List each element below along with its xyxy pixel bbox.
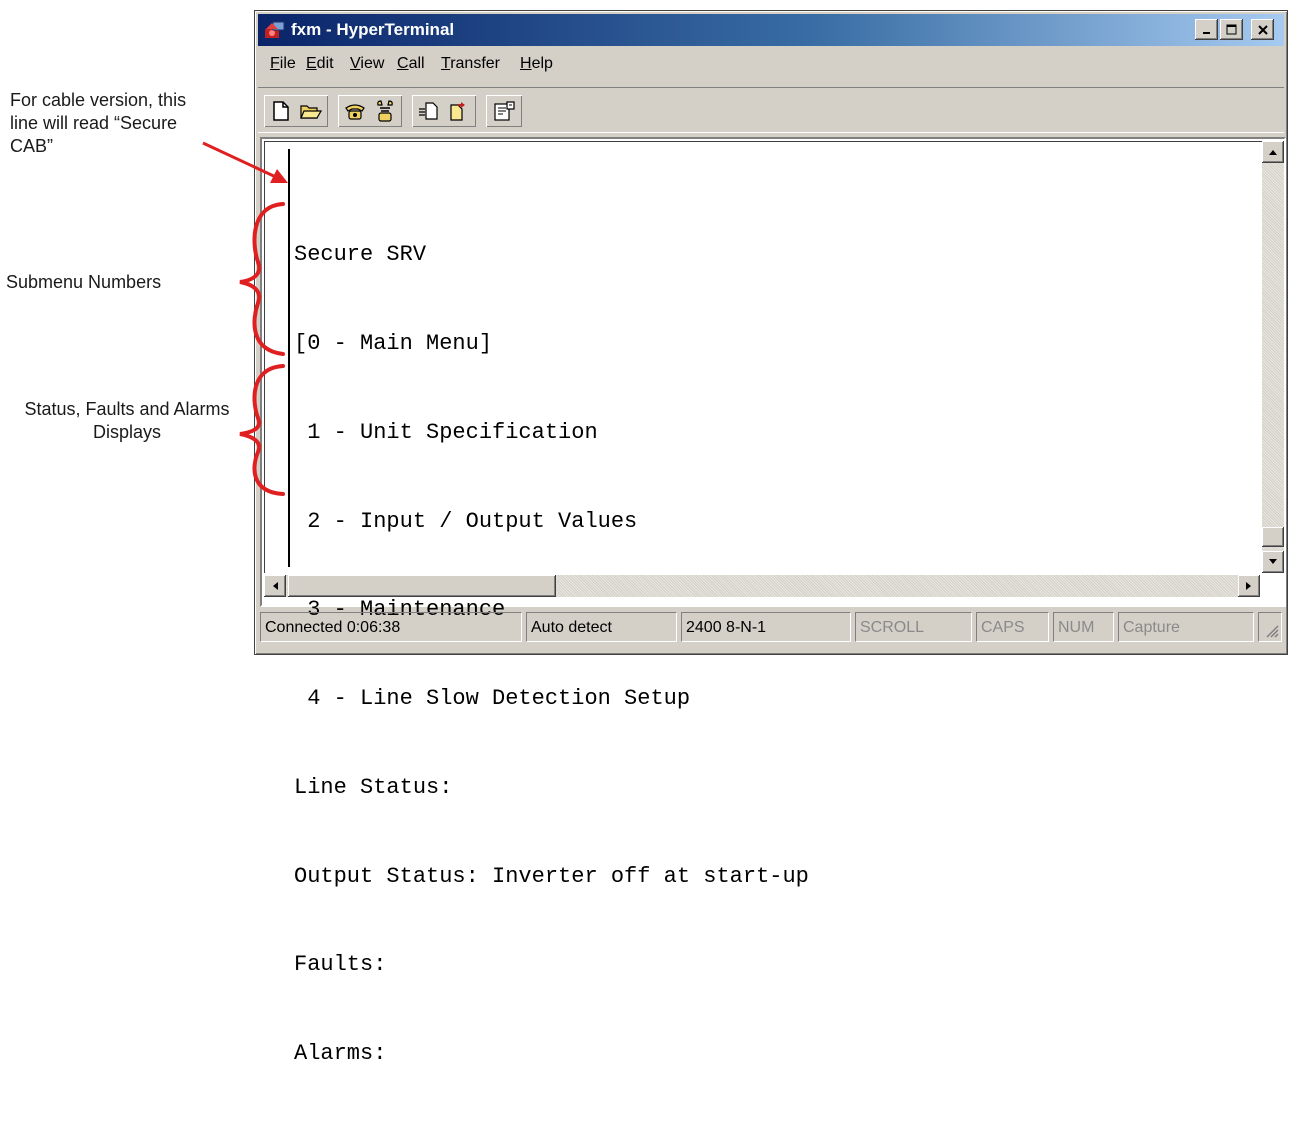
- submenu-brace-icon: [239, 202, 285, 356]
- pointer-arrow: [202, 141, 288, 183]
- annotation-overlay: [202, 141, 288, 496]
- terminal-line-alarms: Alarms:: [294, 1041, 387, 1067]
- terminal-line-output-status: Output Status: Inverter off at start-up: [294, 863, 809, 889]
- terminal-line-menu-4: 4 - Line Slow Detection Setup: [294, 686, 691, 712]
- terminal-line-line-status: Line Status:: [294, 774, 453, 800]
- terminal-line-faults: Faults:: [294, 952, 387, 978]
- status-brace-icon: [239, 364, 285, 496]
